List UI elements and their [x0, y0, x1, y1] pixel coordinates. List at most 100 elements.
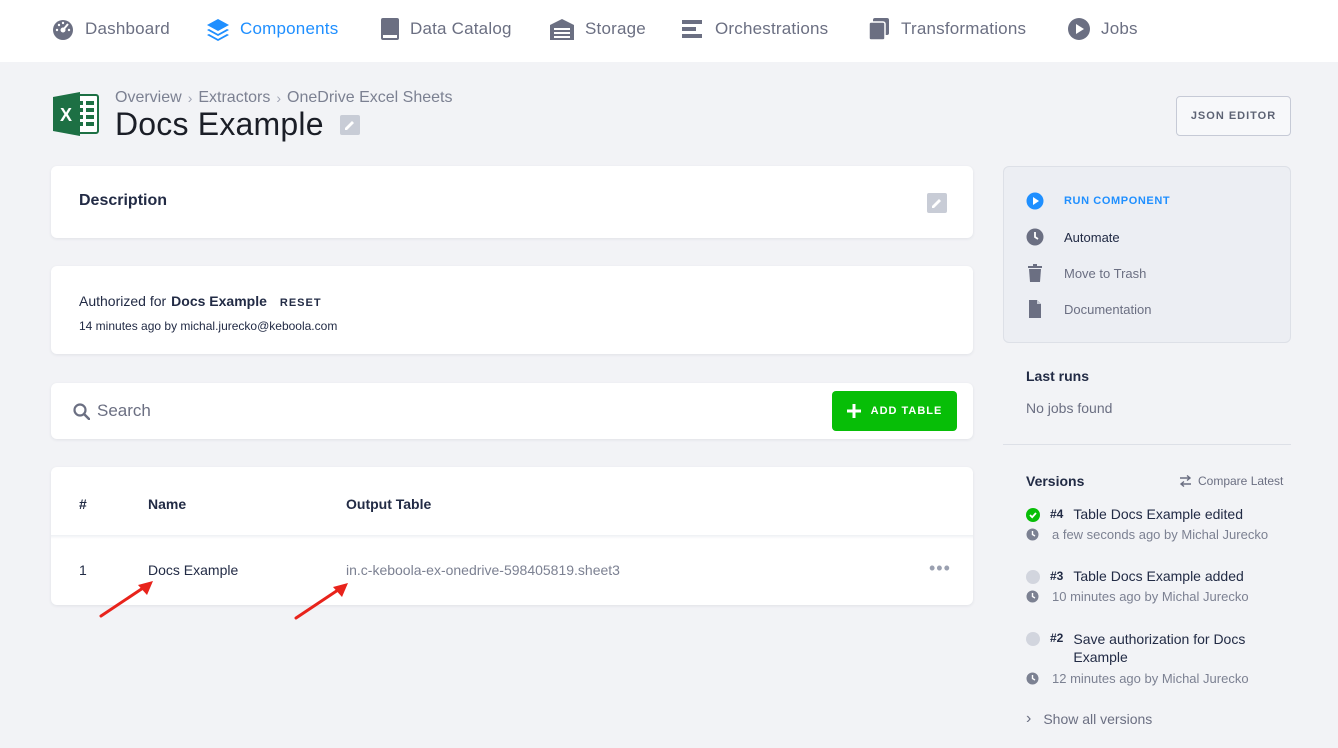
compare-latest-label: Compare Latest: [1198, 474, 1284, 488]
tables-card: # Name Output Table 1 Docs Example in.c-…: [51, 467, 973, 605]
annotation-arrow-icon: [99, 581, 153, 618]
version-meta: a few seconds ago by Michal Jurecko: [1052, 527, 1269, 542]
layers-icon: [207, 18, 229, 41]
column-header-output-table: Output Table: [346, 496, 432, 512]
version-title: Table Docs Example edited: [1073, 506, 1244, 522]
versions-title: Versions: [1026, 473, 1085, 489]
authorization-meta: 14 minutes ago by michal.jurecko@keboola…: [79, 319, 338, 333]
warehouse-icon: [550, 18, 574, 40]
version-number: #2: [1050, 631, 1064, 645]
svg-text:X: X: [60, 105, 72, 125]
version-title: Save authorization for Docs Example: [1073, 631, 1246, 665]
authorization-card: Authorized for Docs Example RESET 14 min…: [51, 266, 973, 354]
version-number: #3: [1050, 569, 1064, 583]
automate-label: Automate: [1064, 229, 1120, 245]
version-item[interactable]: #4 Table Docs Example edited a few secon…: [1026, 506, 1268, 542]
search-input[interactable]: [97, 395, 697, 427]
authorization-name: Docs Example: [171, 293, 267, 309]
edit-description-button[interactable]: [927, 193, 947, 213]
search-card: ADD TABLE: [51, 383, 973, 439]
add-table-button[interactable]: ADD TABLE: [832, 391, 957, 431]
description-card: Description: [51, 166, 973, 238]
nav-label-dashboard: Dashboard: [85, 18, 170, 38]
breadcrumb-overview[interactable]: Overview: [115, 89, 182, 107]
version-meta: 12 minutes ago by Michal Jurecko: [1052, 671, 1249, 686]
header-divider: [51, 535, 973, 539]
description-title: Description: [79, 192, 168, 209]
more-actions-icon[interactable]: •••: [929, 558, 951, 579]
copy-icon: [868, 17, 889, 41]
column-header-name: Name: [148, 496, 187, 512]
version-item[interactable]: #3 Table Docs Example added 10 minutes a…: [1026, 568, 1249, 604]
clock-icon: [1026, 590, 1039, 603]
chevron-right-icon: ›: [1026, 710, 1032, 727]
add-table-label: ADD TABLE: [870, 405, 943, 417]
row-output-table-link[interactable]: in.c-keboola-ex-onedrive-598405819.sheet…: [346, 562, 620, 578]
nav-item-components[interactable]: Components: [206, 0, 338, 57]
version-item[interactable]: #2 Save authorization for Docs Example 1…: [1026, 630, 1276, 686]
status-dot-icon: [1026, 632, 1040, 646]
document-icon: [1029, 300, 1041, 318]
pencil-icon: [932, 199, 941, 208]
documentation-label: Documentation: [1064, 301, 1152, 317]
nav-item-storage[interactable]: Storage: [549, 0, 646, 57]
version-title: Table Docs Example added: [1073, 568, 1244, 584]
clock-icon: [1026, 672, 1039, 685]
documentation-link[interactable]: Documentation: [1026, 300, 1151, 318]
chevron-right-icon: ›: [187, 90, 193, 106]
play-circle-icon: [1026, 192, 1044, 210]
show-all-versions-link[interactable]: › Show all versions: [1026, 710, 1152, 728]
clock-icon: [1026, 528, 1039, 541]
nav-item-orchestrations[interactable]: Orchestrations: [681, 0, 828, 57]
book-icon: [381, 17, 399, 40]
breadcrumb-extractors[interactable]: Extractors: [198, 89, 270, 107]
column-header-number: #: [79, 496, 87, 512]
top-navigation: Dashboard Components Data Catalog Storag…: [0, 0, 1338, 62]
nav-label-transformations: Transformations: [901, 18, 1027, 38]
compare-latest-button[interactable]: Compare Latest: [1179, 474, 1283, 488]
component-actions-panel: RUN COMPONENT Automate Move to Trash Doc…: [1003, 166, 1291, 343]
json-editor-button[interactable]: JSON EDITOR: [1176, 96, 1291, 136]
nav-label-data-catalog: Data Catalog: [410, 18, 512, 38]
edit-title-button[interactable]: [340, 115, 360, 135]
chevron-right-icon: ›: [276, 90, 282, 106]
move-to-trash-button[interactable]: Move to Trash: [1026, 264, 1146, 282]
reset-authorization-button[interactable]: RESET: [280, 297, 322, 309]
sidebar-divider: [1003, 444, 1291, 445]
search-icon: [73, 403, 90, 420]
run-component-button[interactable]: RUN COMPONENT: [1026, 192, 1170, 210]
excel-logo-icon: X: [53, 92, 99, 141]
run-component-label: RUN COMPONENT: [1064, 195, 1171, 207]
annotation-arrow-icon: [294, 583, 348, 620]
plus-icon: [846, 404, 861, 418]
nav-item-jobs[interactable]: Jobs: [1067, 0, 1138, 57]
nav-item-dashboard[interactable]: Dashboard: [51, 0, 170, 57]
trash-icon: [1028, 264, 1042, 282]
success-check-icon: [1026, 508, 1040, 522]
row-name[interactable]: Docs Example: [148, 562, 238, 578]
breadcrumb-onedrive-excel-sheets[interactable]: OneDrive Excel Sheets: [287, 89, 452, 107]
nav-label-components: Components: [240, 18, 339, 38]
last-runs-title: Last runs: [1026, 368, 1090, 384]
no-jobs-text: No jobs found: [1026, 400, 1113, 416]
bars-icon: [682, 19, 702, 38]
nav-item-data-catalog[interactable]: Data Catalog: [380, 0, 512, 57]
authorization-line: Authorized for Docs Example RESET: [79, 293, 322, 309]
pencil-icon: [345, 121, 354, 130]
status-dot-icon: [1026, 570, 1040, 584]
page-title: Docs Example: [115, 106, 324, 142]
authorization-prefix: Authorized for: [79, 293, 167, 309]
automate-button[interactable]: Automate: [1026, 228, 1120, 246]
play-circle-icon: [1068, 17, 1090, 40]
row-number: 1: [79, 562, 87, 578]
nav-label-storage: Storage: [585, 18, 646, 38]
nav-label-orchestrations: Orchestrations: [715, 18, 829, 38]
show-all-versions-label: Show all versions: [1043, 711, 1153, 727]
nav-item-transformations[interactable]: Transformations: [867, 0, 1026, 57]
clock-icon: [1026, 228, 1044, 246]
move-to-trash-label: Move to Trash: [1064, 265, 1147, 281]
gauge-icon: [53, 19, 73, 40]
nav-label-jobs: Jobs: [1101, 18, 1138, 38]
version-meta: 10 minutes ago by Michal Jurecko: [1052, 589, 1249, 604]
version-number: #4: [1050, 507, 1064, 521]
